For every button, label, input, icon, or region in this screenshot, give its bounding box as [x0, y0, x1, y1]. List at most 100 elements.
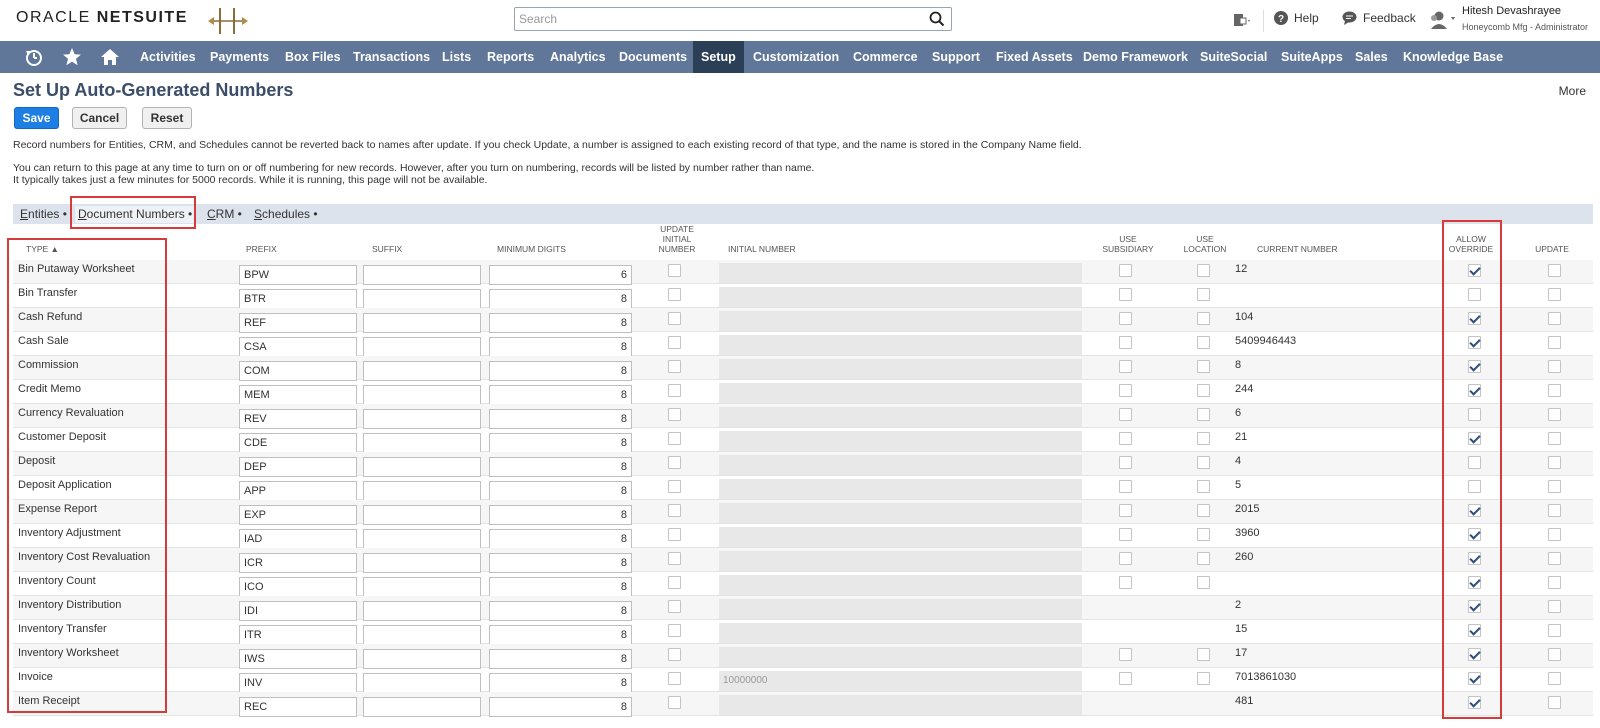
prefix-input[interactable]: CSA	[239, 337, 357, 357]
use-subsidiary-checkbox[interactable]	[1119, 288, 1132, 301]
prefix-input[interactable]: ICR	[239, 553, 357, 573]
update-initial-number-checkbox[interactable]	[668, 360, 681, 373]
suffix-input[interactable]	[363, 361, 481, 381]
minimum-digits-input[interactable]: 8	[489, 409, 632, 429]
subtab-crm[interactable]: CRM •	[207, 206, 242, 223]
use-subsidiary-checkbox[interactable]	[1119, 576, 1132, 589]
nav-item-sales[interactable]: Sales	[1355, 41, 1388, 73]
initial-number-input[interactable]	[719, 695, 1082, 715]
nav-item-demo-framework[interactable]: Demo Framework	[1083, 41, 1188, 73]
allow-override-checkbox[interactable]	[1468, 600, 1481, 613]
nav-item-knowledge-base[interactable]: Knowledge Base	[1403, 41, 1503, 73]
initial-number-input[interactable]	[719, 311, 1082, 331]
initial-number-input[interactable]	[719, 407, 1082, 427]
nav-item-support[interactable]: Support	[932, 41, 980, 73]
update-initial-number-checkbox[interactable]	[668, 288, 681, 301]
use-subsidiary-checkbox[interactable]	[1119, 504, 1132, 517]
use-location-checkbox[interactable]	[1197, 312, 1210, 325]
prefix-input[interactable]: CDE	[239, 433, 357, 453]
prefix-input[interactable]: REF	[239, 313, 357, 333]
nav-item-commerce[interactable]: Commerce	[853, 41, 918, 73]
suffix-input[interactable]	[363, 457, 481, 477]
prefix-input[interactable]: EXP	[239, 505, 357, 525]
prefix-input[interactable]: COM	[239, 361, 357, 381]
suffix-input[interactable]	[363, 697, 481, 717]
update-checkbox[interactable]	[1548, 456, 1561, 469]
update-initial-number-checkbox[interactable]	[668, 528, 681, 541]
update-initial-number-checkbox[interactable]	[668, 384, 681, 397]
nav-item-activities[interactable]: Activities	[140, 41, 196, 73]
prefix-input[interactable]: BPW	[239, 265, 357, 285]
recent-history-icon[interactable]	[24, 47, 44, 67]
use-subsidiary-checkbox[interactable]	[1119, 312, 1132, 325]
prefix-input[interactable]: MEM	[239, 385, 357, 405]
initial-number-input[interactable]	[719, 455, 1082, 475]
cancel-button[interactable]: Cancel	[72, 107, 127, 129]
update-initial-number-checkbox[interactable]	[668, 648, 681, 661]
minimum-digits-input[interactable]: 8	[489, 457, 632, 477]
suffix-input[interactable]	[363, 409, 481, 429]
update-checkbox[interactable]	[1548, 288, 1561, 301]
use-location-checkbox[interactable]	[1197, 456, 1210, 469]
allow-override-checkbox[interactable]	[1468, 336, 1481, 349]
use-subsidiary-checkbox[interactable]	[1119, 456, 1132, 469]
subtab-schedules[interactable]: Schedules •	[254, 206, 318, 223]
nav-item-transactions[interactable]: Transactions	[353, 41, 430, 73]
use-location-checkbox[interactable]	[1197, 384, 1210, 397]
allow-override-checkbox[interactable]	[1468, 456, 1481, 469]
update-checkbox[interactable]	[1548, 312, 1561, 325]
update-checkbox[interactable]	[1548, 480, 1561, 493]
initial-number-input[interactable]	[719, 575, 1082, 595]
update-initial-number-checkbox[interactable]	[668, 624, 681, 637]
allow-override-checkbox[interactable]	[1468, 528, 1481, 541]
home-icon[interactable]	[100, 47, 120, 67]
nav-item-reports[interactable]: Reports	[487, 41, 534, 73]
suffix-input[interactable]	[363, 289, 481, 309]
use-location-checkbox[interactable]	[1197, 576, 1210, 589]
minimum-digits-input[interactable]: 8	[489, 505, 632, 525]
allow-override-checkbox[interactable]	[1468, 576, 1481, 589]
minimum-digits-input[interactable]: 8	[489, 529, 632, 549]
create-new-menu[interactable]	[1232, 12, 1252, 28]
initial-number-input[interactable]	[719, 647, 1082, 667]
use-location-checkbox[interactable]	[1197, 648, 1210, 661]
global-search[interactable]	[514, 7, 952, 31]
allow-override-checkbox[interactable]	[1468, 432, 1481, 445]
use-subsidiary-checkbox[interactable]	[1119, 480, 1132, 493]
minimum-digits-input[interactable]: 6	[489, 265, 632, 285]
nav-item-box-files[interactable]: Box Files	[285, 41, 341, 73]
initial-number-input[interactable]	[719, 383, 1082, 403]
nav-item-suitesocial[interactable]: SuiteSocial	[1200, 41, 1267, 73]
initial-number-input[interactable]	[719, 599, 1082, 619]
use-subsidiary-checkbox[interactable]	[1119, 672, 1132, 685]
update-initial-number-checkbox[interactable]	[668, 696, 681, 709]
use-subsidiary-checkbox[interactable]	[1119, 408, 1132, 421]
suffix-input[interactable]	[363, 553, 481, 573]
minimum-digits-input[interactable]: 8	[489, 385, 632, 405]
allow-override-checkbox[interactable]	[1468, 672, 1481, 685]
suffix-input[interactable]	[363, 649, 481, 669]
update-initial-number-checkbox[interactable]	[668, 600, 681, 613]
use-subsidiary-checkbox[interactable]	[1119, 336, 1132, 349]
initial-number-input[interactable]	[719, 479, 1082, 499]
nav-item-suiteapps[interactable]: SuiteApps	[1281, 41, 1343, 73]
prefix-input[interactable]: REC	[239, 697, 357, 717]
more-menu-link[interactable]: More	[1559, 84, 1586, 98]
suffix-input[interactable]	[363, 265, 481, 285]
use-location-checkbox[interactable]	[1197, 480, 1210, 493]
update-initial-number-checkbox[interactable]	[668, 672, 681, 685]
update-checkbox[interactable]	[1548, 504, 1561, 517]
prefix-input[interactable]: IAD	[239, 529, 357, 549]
minimum-digits-input[interactable]: 8	[489, 289, 632, 309]
user-name[interactable]: Hitesh Devashrayee	[1462, 5, 1561, 17]
initial-number-input[interactable]	[719, 551, 1082, 571]
minimum-digits-input[interactable]: 8	[489, 673, 632, 693]
prefix-input[interactable]: REV	[239, 409, 357, 429]
prefix-input[interactable]: APP	[239, 481, 357, 501]
use-location-checkbox[interactable]	[1197, 264, 1210, 277]
nav-item-lists[interactable]: Lists	[442, 41, 471, 73]
user-avatar-icon[interactable]	[1430, 11, 1456, 29]
favorites-star-icon[interactable]	[62, 47, 82, 67]
suffix-input[interactable]	[363, 505, 481, 525]
allow-override-checkbox[interactable]	[1468, 360, 1481, 373]
